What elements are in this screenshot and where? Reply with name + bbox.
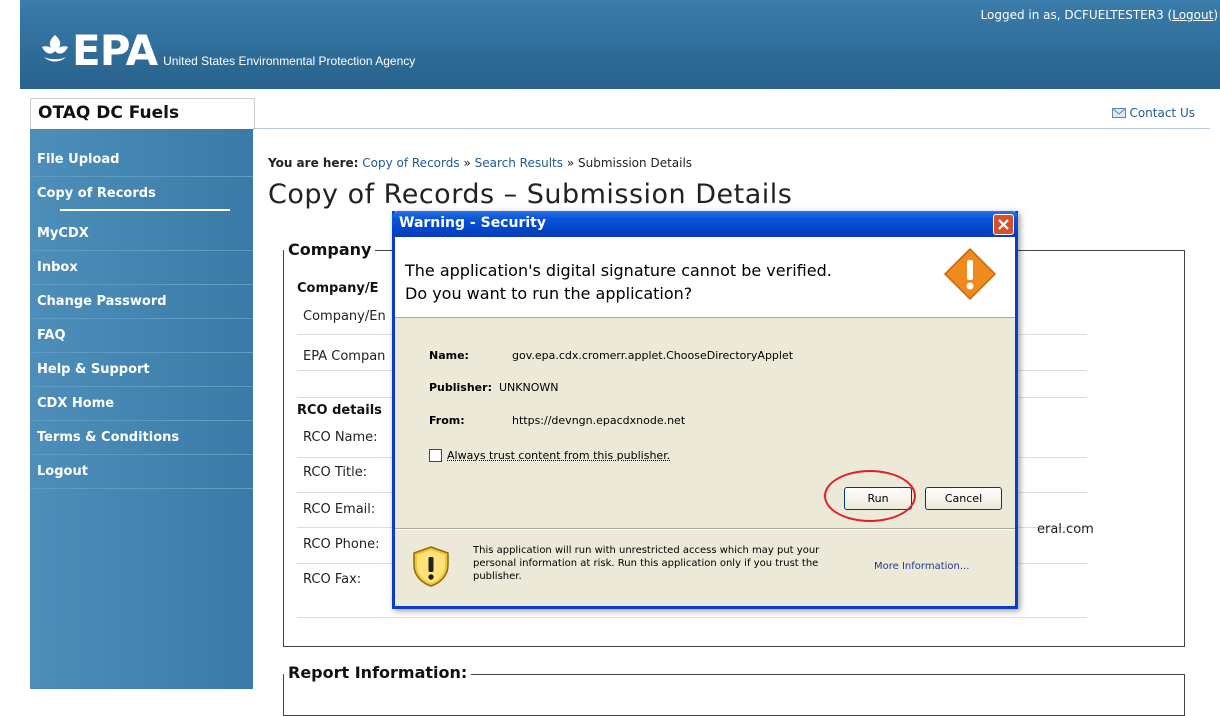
company-legend: Company (284, 240, 376, 259)
epa-logo-mark: EPA (40, 30, 158, 72)
sidebar-item-file-upload[interactable]: File Upload (30, 143, 253, 177)
warning-diamond-icon (943, 247, 997, 301)
company-row-label: Company/En (303, 309, 386, 324)
security-warning-dialog: Warning - Security The application's dig… (392, 211, 1018, 609)
agency-name: United States Environmental Protection A… (163, 54, 416, 68)
name-label: Name: (429, 349, 469, 362)
report-legend: Report Information: (284, 663, 472, 682)
risk-warning-text: This application will run with unrestric… (473, 545, 820, 582)
run-highlight-circle (824, 470, 916, 522)
breadcrumb-current: Submission Details (577, 156, 693, 170)
contact-us-label: Contact Us (1129, 106, 1195, 120)
sidebar-item-copy-of-records[interactable]: Copy of Records (30, 177, 253, 217)
logged-in-suffix: ) (1213, 8, 1218, 22)
from-label: From: (429, 414, 465, 427)
epa-logo[interactable]: EPA United States Environmental Protecti… (40, 30, 415, 72)
logout-link[interactable]: Logout (1172, 8, 1213, 22)
sidebar-item-terms-conditions[interactable]: Terms & Conditions (30, 421, 253, 455)
company-subheading: Company/E (297, 281, 379, 296)
close-icon (998, 219, 1009, 230)
rco-subheading: RCO details (297, 403, 382, 418)
contact-us-link[interactable]: Contact Us (1112, 106, 1195, 120)
logged-in-text: Logged in as, DCFUELTESTER3 ( (980, 8, 1173, 22)
epa-logo-text: EPA (72, 26, 158, 75)
dialog-separator (395, 528, 1015, 530)
breadcrumb-copy-of-records[interactable]: Copy of Records (362, 156, 459, 170)
cancel-button[interactable]: Cancel (925, 487, 1002, 510)
dialog-message: The application's digital signature cann… (405, 259, 832, 305)
from-value: https://devngn.epacdxnode.net (512, 414, 686, 427)
dialog-message-line2: Do you want to run the application? (405, 284, 693, 303)
always-trust-label[interactable]: Always trust content from this publisher… (447, 449, 670, 462)
breadcrumb-prefix: You are here: (268, 156, 359, 170)
epa-flower-icon (42, 35, 68, 62)
sidebar-nav: File Upload Copy of Records MyCDX Inbox … (30, 129, 253, 689)
breadcrumb-separator: » (463, 156, 471, 170)
close-button[interactable] (993, 214, 1014, 235)
site-header: EPA United States Environmental Protecti… (20, 0, 1220, 89)
rco-email-value: eral.com (1037, 522, 1094, 537)
rco-row-label: RCO Title: (303, 465, 368, 480)
sidebar-item-inbox[interactable]: Inbox (30, 251, 253, 285)
company-row-label: EPA Compan (303, 349, 386, 364)
site-title: OTAQ DC Fuels (38, 103, 180, 123)
breadcrumb-search-results[interactable]: Search Results (475, 156, 563, 170)
divider (253, 128, 1210, 129)
sidebar-item-faq[interactable]: FAQ (30, 319, 253, 353)
sidebar-item-mycdx[interactable]: MyCDX (30, 217, 253, 251)
publisher-label: Publisher: (429, 381, 492, 394)
dialog-message-line1: The application's digital signature cann… (405, 261, 832, 280)
shield-warning-icon (413, 546, 449, 587)
rco-row-label: RCO Phone: (303, 537, 380, 552)
main-content: You are here: Copy of Records » Search R… (268, 148, 1198, 210)
sidebar-item-change-password[interactable]: Change Password (30, 285, 253, 319)
breadcrumb: You are here: Copy of Records » Search R… (268, 156, 1198, 170)
sidebar-item-logout[interactable]: Logout (30, 455, 253, 489)
breadcrumb-separator: » (566, 156, 575, 170)
envelope-icon (1112, 108, 1127, 118)
sidebar-item-cdx-home[interactable]: CDX Home (30, 387, 253, 421)
rco-row-label: RCO Name: (303, 430, 378, 445)
always-trust-checkbox[interactable] (429, 449, 442, 462)
publisher-value: UNKNOWN (499, 381, 559, 394)
more-information-link[interactable]: More Information... (874, 561, 969, 572)
dialog-title: Warning - Security (399, 215, 546, 231)
user-status: Logged in as, DCFUELTESTER3 (Logout) (981, 8, 1218, 22)
page-title: Copy of Records – Submission Details (268, 179, 793, 210)
row-divider (297, 617, 1087, 618)
rco-row-label: RCO Fax: (303, 572, 362, 587)
sidebar-item-help-support[interactable]: Help & Support (30, 353, 253, 387)
rco-row-label: RCO Email: (303, 502, 376, 517)
name-value: gov.epa.cdx.cromerr.applet.ChooseDirecto… (512, 349, 794, 362)
dialog-titlebar[interactable]: Warning - Security (392, 211, 1018, 237)
